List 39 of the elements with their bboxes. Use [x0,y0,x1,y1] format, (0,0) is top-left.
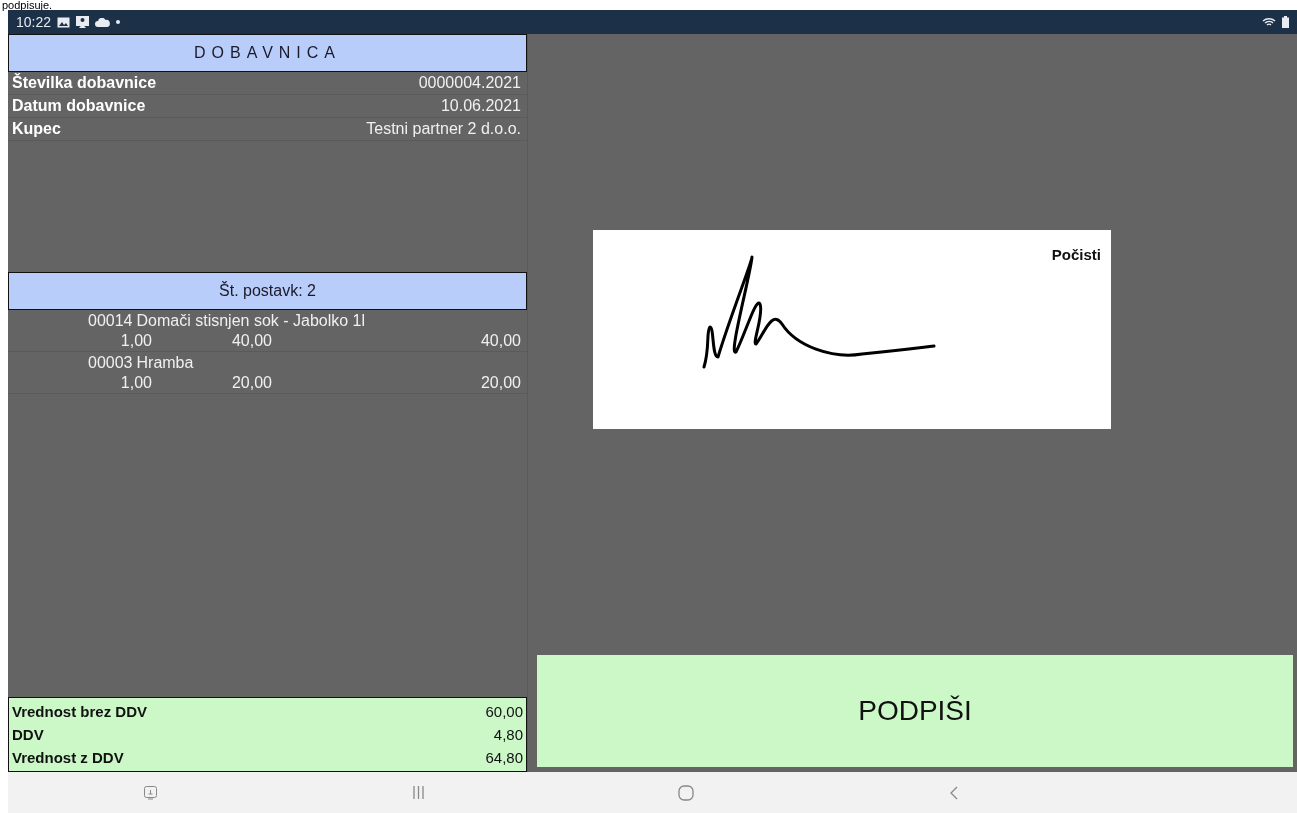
sign-button[interactable]: PODPIŠI [537,655,1293,767]
item-name: Domači stisnjen sok - Jabolko 1l [136,312,366,330]
back-icon[interactable] [950,785,958,800]
battery-icon [1282,16,1289,28]
item-amount: 40,00 [479,332,521,350]
signature-pad[interactable]: Počisti [593,230,1111,429]
field-label: Številka dobavnice [12,74,157,92]
person-icon [76,16,90,28]
total-value: 4,80 [493,726,523,743]
recent-apps-icon[interactable] [412,786,424,799]
total-value: 64,80 [485,749,523,766]
field-value: 10.06.2021 [440,97,521,115]
dot-icon [116,20,121,24]
item-code: 00003 [88,354,133,372]
clear-button[interactable]: Počisti [1051,246,1101,263]
document-title: DOBAVNICA [8,34,527,72]
item-code: 00014 [88,312,133,330]
field-value: 0000004.2021 [418,74,521,92]
status-time: 10:22 [16,14,52,30]
item-price: 40,00 [230,332,272,350]
item-amount: 20,00 [479,374,521,392]
item-quantity: 1,00 [119,332,152,350]
image-icon [57,16,71,28]
screenshot-icon[interactable] [143,785,157,800]
items-count-header: Št. postavk: 2 [8,272,527,310]
total-label: DDV [12,726,44,743]
total-label: Vrednost brez DDV [12,703,148,720]
home-icon[interactable] [678,784,694,801]
total-value: 60,00 [485,703,523,720]
cloud-icon [95,17,111,27]
item-name: Hramba [136,354,194,372]
field-value: Testni partner 2 d.o.o. [366,120,521,138]
item-price: 20,00 [230,374,272,392]
field-label: Kupec [12,120,61,138]
field-label: Datum dobavnice [12,97,146,115]
wifi-icon [1262,16,1276,28]
total-label: Vrednost z DDV [12,749,124,766]
item-quantity: 1,00 [119,374,152,392]
caption-text: podpisuje. [1,0,54,10]
